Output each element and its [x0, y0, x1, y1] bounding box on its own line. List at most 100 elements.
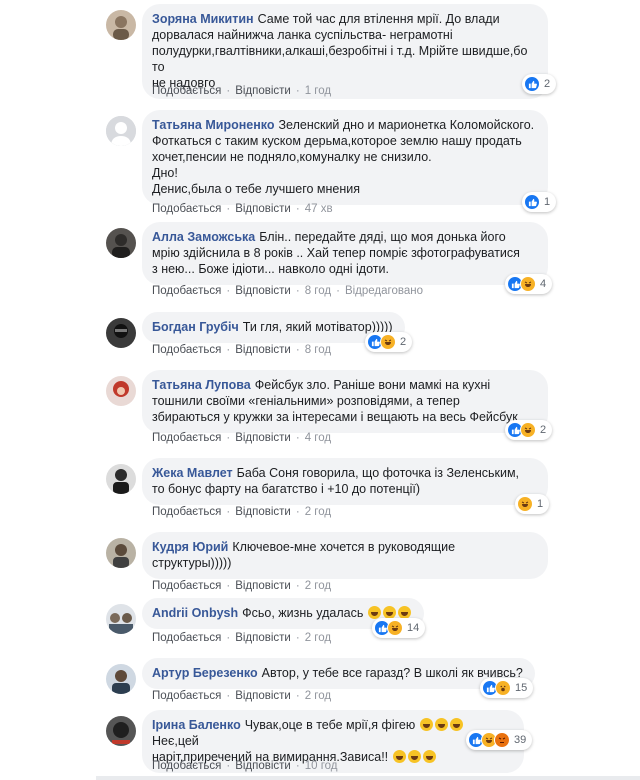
like-reaction-icon — [524, 76, 540, 92]
reaction-count: 15 — [515, 682, 528, 694]
reply-link[interactable]: Відповісти — [235, 285, 291, 297]
reply-link[interactable]: Відповісти — [235, 690, 291, 702]
comment-author[interactable]: Кудря Юрий — [152, 540, 228, 554]
avatar[interactable] — [106, 318, 136, 348]
reply-link[interactable]: Відповісти — [235, 760, 291, 772]
avatar[interactable] — [106, 716, 136, 746]
laughing-emoji-icon — [422, 750, 436, 763]
laughing-emoji-icon — [419, 718, 433, 731]
laughing-emoji-icon — [407, 750, 421, 763]
haha-reaction-icon — [520, 422, 536, 438]
avatar[interactable] — [106, 464, 136, 494]
timestamp[interactable]: 10 год — [305, 760, 338, 772]
timestamp[interactable]: 2 год — [305, 690, 331, 702]
comment-bubble: Татьяна Мироненко Зеленский дно и марионе… — [142, 110, 548, 205]
haha-reaction-icon — [520, 276, 536, 292]
timestamp[interactable]: 8 год — [305, 344, 331, 356]
reactions-summary[interactable]: 15 — [480, 678, 534, 698]
avatar[interactable] — [106, 664, 136, 694]
like-link[interactable]: Подобається — [152, 285, 221, 297]
avatar[interactable] — [106, 604, 136, 634]
avatar[interactable] — [106, 10, 136, 40]
edited-label[interactable]: Відредаговано — [345, 285, 423, 297]
reply-link[interactable]: Відповісти — [235, 632, 291, 644]
comment-author[interactable]: Жека Мавлет — [152, 466, 233, 480]
comment-actions: Подобається · Відповісти · 47 хв — [152, 203, 333, 215]
comment-bubble: Алла Заможська Блін.. передайте дяді, що … — [142, 222, 548, 285]
comment-text: Автор, у тебе все гаразд? В школі як вчи… — [261, 666, 523, 680]
laughing-emoji-icon — [434, 718, 448, 731]
like-link[interactable]: Подобається — [152, 85, 221, 97]
timestamp[interactable]: 47 хв — [305, 203, 333, 215]
reactions-summary[interactable]: 1 — [515, 494, 550, 514]
reactions-summary[interactable]: 4 — [505, 274, 553, 294]
timestamp[interactable]: 8 год — [305, 285, 331, 297]
reactions-summary[interactable]: 1 — [522, 192, 557, 212]
timestamp[interactable]: 2 год — [305, 632, 331, 644]
comment-actions: Подобається · Відповісти · 4 год — [152, 432, 332, 444]
comment-text: Чувак,оце в тебе мрії,я фігею — [244, 718, 416, 732]
timestamp[interactable]: 2 год — [305, 580, 331, 592]
timestamp[interactable]: 2 год — [305, 506, 331, 518]
reactions-summary[interactable]: 14 — [372, 618, 426, 638]
comment-actions: Подобається · Відповісти · 2 год — [152, 506, 332, 518]
reactions-summary[interactable]: 2 — [365, 332, 413, 352]
angry-reaction-icon — [494, 732, 510, 748]
laughing-emoji-icon — [449, 718, 463, 731]
comment-author[interactable]: Зоряна Микитин — [152, 12, 254, 26]
comment-bubble: Кудря Юрий Ключевое-мне хочется в руковод… — [142, 532, 548, 579]
comment-actions: Подобається · Відповісти · 2 год — [152, 580, 332, 592]
reaction-count: 2 — [400, 336, 407, 348]
avatar[interactable] — [106, 538, 136, 568]
like-link[interactable]: Подобається — [152, 203, 221, 215]
reaction-count: 39 — [514, 734, 527, 746]
reactions-summary[interactable]: 2 — [522, 74, 557, 94]
comment-author[interactable]: Алла Заможська — [152, 230, 255, 244]
comment-actions: Подобається · Відповісти · 8 год — [152, 344, 332, 356]
reaction-count: 14 — [407, 622, 420, 634]
comment-actions: Подобається · Відповісти · 1 год — [152, 85, 332, 97]
comment-author[interactable]: Богдан Грубіч — [152, 320, 239, 334]
reactions-summary[interactable]: 39 — [466, 730, 533, 750]
comment-author[interactable]: Артур Березенко — [152, 666, 258, 680]
reply-link[interactable]: Відповісти — [235, 344, 291, 356]
divider — [96, 776, 640, 780]
like-link[interactable]: Подобається — [152, 344, 221, 356]
like-link[interactable]: Подобається — [152, 506, 221, 518]
haha-reaction-icon — [387, 620, 403, 636]
timestamp[interactable]: 4 год — [305, 432, 331, 444]
comment-actions: Подобається · Відповісти · 8 год · Відредагова… — [152, 285, 423, 297]
avatar[interactable] — [106, 228, 136, 258]
like-link[interactable]: Подобається — [152, 690, 221, 702]
comment-author[interactable]: Ірина Баленко — [152, 718, 241, 732]
reply-link[interactable]: Відповісти — [235, 506, 291, 518]
reaction-count: 1 — [544, 196, 551, 208]
laughing-emoji-icon — [392, 750, 406, 763]
comment-actions: Подобається · Відповісти · 2 год — [152, 632, 332, 644]
comment-author[interactable]: Татьяна Лупова — [152, 378, 251, 392]
timestamp[interactable]: 1 год — [305, 85, 331, 97]
reply-link[interactable]: Відповісти — [235, 85, 291, 97]
reaction-count: 1 — [537, 498, 544, 510]
reply-link[interactable]: Відповісти — [235, 432, 291, 444]
wow-reaction-icon — [495, 680, 511, 696]
comment-author[interactable]: Татьяна Мироненко — [152, 118, 275, 132]
haha-reaction-icon — [380, 334, 396, 350]
avatar[interactable] — [106, 116, 136, 146]
comment-actions: Подобається · Відповісти · 2 год — [152, 690, 332, 702]
like-link[interactable]: Подобається — [152, 580, 221, 592]
reply-link[interactable]: Відповісти — [235, 203, 291, 215]
reaction-count: 4 — [540, 278, 547, 290]
reaction-count: 2 — [540, 424, 547, 436]
like-link[interactable]: Подобається — [152, 760, 221, 772]
reactions-summary[interactable]: 2 — [505, 420, 553, 440]
like-link[interactable]: Подобається — [152, 632, 221, 644]
reply-link[interactable]: Відповісти — [235, 580, 291, 592]
comment-author[interactable]: Andrii Onbysh — [152, 606, 238, 620]
haha-reaction-icon — [517, 496, 533, 512]
like-link[interactable]: Подобається — [152, 432, 221, 444]
like-reaction-icon — [524, 194, 540, 210]
comment-text: Фсьо, жизнь удалась — [242, 606, 364, 620]
avatar[interactable] — [106, 376, 136, 406]
comment-actions: Подобається · Відповісти · 10 год — [152, 760, 338, 772]
